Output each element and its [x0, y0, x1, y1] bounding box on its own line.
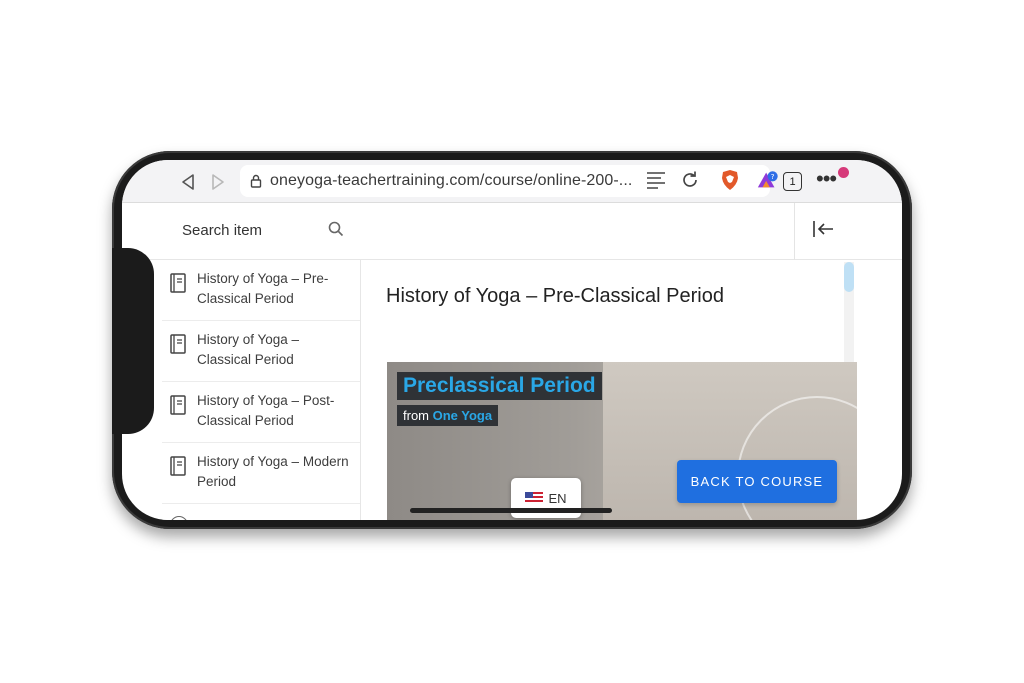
book-icon [170, 334, 186, 359]
back-arrow-icon[interactable] [174, 168, 202, 196]
search-input[interactable]: Search item [182, 222, 262, 239]
rewards-triangle-icon[interactable]: ? [756, 168, 780, 192]
back-to-course-button[interactable]: BACK TO COURSE [677, 460, 837, 503]
lesson-title: History of Yoga – Modern Period [197, 454, 349, 489]
lesson-title: History of Yoga – Pre-Classical Period [197, 271, 329, 306]
scrollbar-thumb[interactable] [844, 262, 854, 292]
us-flag-icon [525, 492, 544, 504]
brave-shield-icon[interactable] [718, 168, 742, 192]
search-icon[interactable] [328, 221, 344, 242]
course-header: Search item [122, 203, 902, 260]
lesson-title: History of Yoga – Classical Period [197, 332, 300, 367]
page-title: History of Yoga – Pre-Classical Period [386, 285, 724, 307]
language-label: EN [548, 490, 567, 506]
book-icon [170, 273, 186, 298]
video-from-label: from [403, 408, 429, 423]
reload-icon[interactable] [678, 168, 702, 192]
book-icon [170, 456, 186, 481]
tab-counter[interactable]: 1 [783, 172, 802, 191]
notification-dot [838, 167, 849, 178]
lock-icon [250, 174, 262, 188]
lesson-sidebar: History of Yoga – Pre-Classical Period H… [162, 260, 361, 520]
book-icon [170, 395, 186, 420]
forward-arrow-icon[interactable] [204, 168, 232, 196]
home-indicator[interactable] [410, 508, 612, 513]
more-menu-icon[interactable]: ••• [816, 168, 837, 190]
list-item[interactable]: History of Yoga – Modern Period [162, 443, 360, 504]
collapse-sidebar-icon[interactable] [812, 219, 836, 244]
video-brand-link[interactable]: One Yoga [433, 408, 492, 423]
header-divider [794, 203, 795, 260]
reader-mode-icon[interactable] [644, 168, 668, 192]
list-item[interactable]: History of Yoga – Pre-Classical Period [162, 260, 360, 321]
url-text: oneyoga-teachertraining.com/course/onlin… [270, 172, 633, 189]
list-item[interactable]: History of Yoga – Post-Classical Period [162, 382, 360, 443]
video-title: Preclassical Period [397, 372, 602, 400]
browser-toolbar: oneyoga-teachertraining.com/course/onlin… [122, 160, 902, 203]
svg-text:?: ? [771, 172, 775, 181]
quiz-circle-icon [170, 516, 188, 520]
list-item[interactable]: History of Yoga – Classical Period [162, 321, 360, 382]
lesson-title: History of Yoga – Post-Classical Period [197, 393, 335, 428]
video-source: from One Yoga [397, 405, 499, 426]
phone-screen: oneyoga-teachertraining.com/course/onlin… [122, 160, 902, 520]
phone-notch [112, 248, 154, 434]
